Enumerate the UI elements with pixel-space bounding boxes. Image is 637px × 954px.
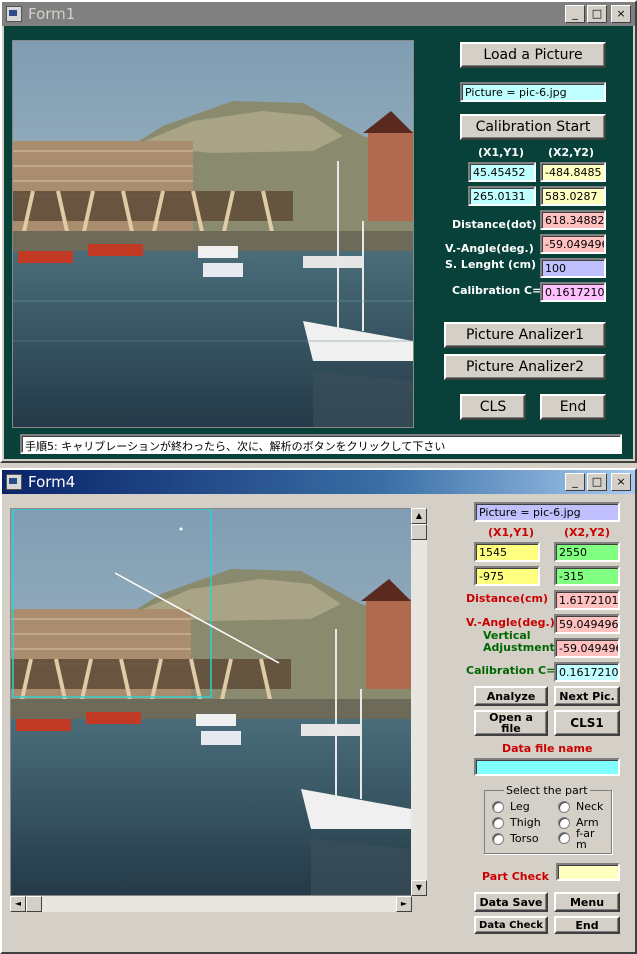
form1-titlebar: Form1 _ □ × — [2, 2, 635, 26]
slength-label: S. Lenght (cm) — [445, 258, 537, 271]
scroll-down-icon[interactable]: ▼ — [411, 880, 427, 896]
harbor-photo — [13, 41, 413, 427]
y1-field[interactable]: 265.0131 — [468, 186, 536, 206]
part-check-label: Part Check — [482, 870, 549, 883]
minimize-icon[interactable]: _ — [565, 5, 585, 23]
form1-picture-field[interactable]: Picture = pic-6.jpg — [460, 82, 606, 102]
close-icon[interactable]: × — [611, 473, 631, 491]
x2y2-header: (X2,Y2) — [548, 146, 594, 159]
x2-field[interactable]: -484.8485 — [540, 162, 606, 182]
maximize-icon[interactable]: □ — [587, 473, 607, 491]
app-icon — [6, 474, 22, 490]
end-button[interactable]: End — [540, 394, 606, 420]
y2-field[interactable]: 583.0287 — [540, 186, 606, 206]
close-icon[interactable]: × — [611, 5, 631, 23]
picture-analizer2-button[interactable]: Picture Analizer2 — [444, 354, 606, 380]
calibration-start-button[interactable]: Calibration Start — [460, 114, 606, 140]
x2y2-header: (X2,Y2) — [564, 526, 610, 539]
harbor-photo — [11, 509, 411, 895]
picture-analizer1-button[interactable]: Picture Analizer1 — [444, 322, 606, 348]
vangle-field[interactable]: 59.0494968 — [554, 614, 620, 634]
status-bar: 手順5: キャリブレーションが終わったら、次に、解析のボタンをクリックして下さい — [20, 434, 622, 454]
radio-forearm-label-2: m — [576, 838, 587, 851]
vangle-field[interactable]: -59.0494968 — [540, 234, 606, 254]
form1-title: Form1 — [28, 5, 76, 23]
radio-neck-dot[interactable] — [558, 800, 570, 813]
calibration-field[interactable]: 0.16172101 — [540, 282, 606, 302]
data-file-label: Data file name — [502, 742, 593, 755]
form4-end-button[interactable]: End — [554, 916, 620, 934]
form1-client: Load a Picture Picture = pic-6.jpg Calib… — [4, 26, 633, 459]
radio-thigh-label: Thigh — [510, 816, 541, 829]
scroll-right-icon[interactable]: ► — [396, 896, 412, 912]
x1-field[interactable]: 1545 — [474, 542, 540, 562]
data-save-button[interactable]: Data Save — [474, 892, 548, 912]
radio-leg[interactable]: Leg — [492, 800, 530, 813]
y2-field[interactable]: -315 — [554, 566, 620, 586]
distance-field[interactable]: 1.61721015 — [554, 590, 620, 610]
form4-picture[interactable] — [10, 508, 412, 896]
menu-button[interactable]: Menu — [554, 892, 620, 912]
form4-titlebar: Form4 _ □ × — [2, 470, 635, 494]
maximize-icon[interactable]: □ — [587, 5, 607, 23]
vertical-scrollbar[interactable]: ▲ ▼ — [411, 508, 427, 896]
radio-neck-label: Neck — [576, 800, 604, 813]
data-file-field[interactable] — [474, 758, 620, 776]
scroll-left-icon[interactable]: ◄ — [10, 896, 26, 912]
radio-arm-dot[interactable] — [558, 816, 570, 829]
open-file-line2: file — [501, 722, 521, 735]
minimize-icon[interactable]: _ — [565, 473, 585, 491]
x2-field[interactable]: 2550 — [554, 542, 620, 562]
x1y1-header: (X1,Y1) — [478, 146, 524, 159]
slength-field[interactable]: 100 — [540, 258, 606, 278]
analyze-button[interactable]: Analyze — [474, 686, 548, 706]
radio-forearm-dot[interactable] — [558, 832, 570, 844]
radio-torso-label: Torso — [510, 832, 539, 845]
radio-leg-dot[interactable] — [492, 800, 504, 813]
form1-window: Form1 _ □ × Load a Picture Picture = pic… — [0, 0, 637, 463]
part-check-field[interactable] — [556, 863, 620, 881]
calibration-field[interactable]: 0.16172101 — [554, 662, 620, 682]
vangle-label: V.-Angle(deg.) — [445, 242, 534, 255]
radio-forearm[interactable]: f-ar m — [558, 828, 595, 850]
vertical-field[interactable]: -59.0494968 — [554, 638, 620, 658]
radio-neck[interactable]: Neck — [558, 800, 603, 813]
distance-field[interactable]: 618.3488262 — [540, 210, 606, 230]
x1y1-header: (X1,Y1) — [488, 526, 534, 539]
next-pic-button[interactable]: Next Pic. — [554, 686, 620, 706]
cls1-button[interactable]: CLS1 — [554, 710, 620, 736]
scroll-thumb[interactable] — [411, 524, 427, 540]
radio-leg-label: Leg — [510, 800, 530, 813]
scroll-h-thumb[interactable] — [26, 896, 42, 912]
distance-label: Distance(cm) — [466, 592, 548, 605]
part-group-label: Select the part — [504, 784, 590, 797]
form4-window: Form4 _ □ × ▲ ▼ ◄ ► Picture = pic-6.jpg … — [0, 468, 637, 954]
vertical-label-line2: Adjustment — [483, 641, 555, 654]
form1-picture[interactable] — [12, 40, 414, 428]
scroll-up-icon[interactable]: ▲ — [411, 508, 427, 524]
radio-torso-dot[interactable] — [492, 832, 504, 845]
calibration-label: Calibration C= — [466, 664, 556, 677]
calibration-label: Calibration C= — [452, 284, 542, 297]
app-icon — [6, 6, 22, 22]
load-picture-button[interactable]: Load a Picture — [460, 42, 606, 68]
distance-label: Distance(dot) — [452, 218, 537, 231]
radio-thigh[interactable]: Thigh — [492, 816, 541, 829]
open-file-button[interactable]: Open a file — [474, 710, 548, 736]
cls-button[interactable]: CLS — [460, 394, 526, 420]
vertical-label: Vertical Adjustment — [483, 630, 555, 654]
horizontal-scrollbar[interactable]: ◄ ► — [10, 896, 412, 912]
vangle-label: V.-Angle(deg.) — [466, 616, 555, 629]
form4-picture-field[interactable]: Picture = pic-6.jpg — [474, 502, 620, 522]
radio-thigh-dot[interactable] — [492, 816, 504, 829]
form4-title: Form4 — [28, 473, 76, 491]
data-check-button[interactable]: Data Check — [474, 916, 548, 934]
radio-torso[interactable]: Torso — [492, 832, 539, 845]
x1-field[interactable]: 45.45452 — [468, 162, 536, 182]
y1-field[interactable]: -975 — [474, 566, 540, 586]
